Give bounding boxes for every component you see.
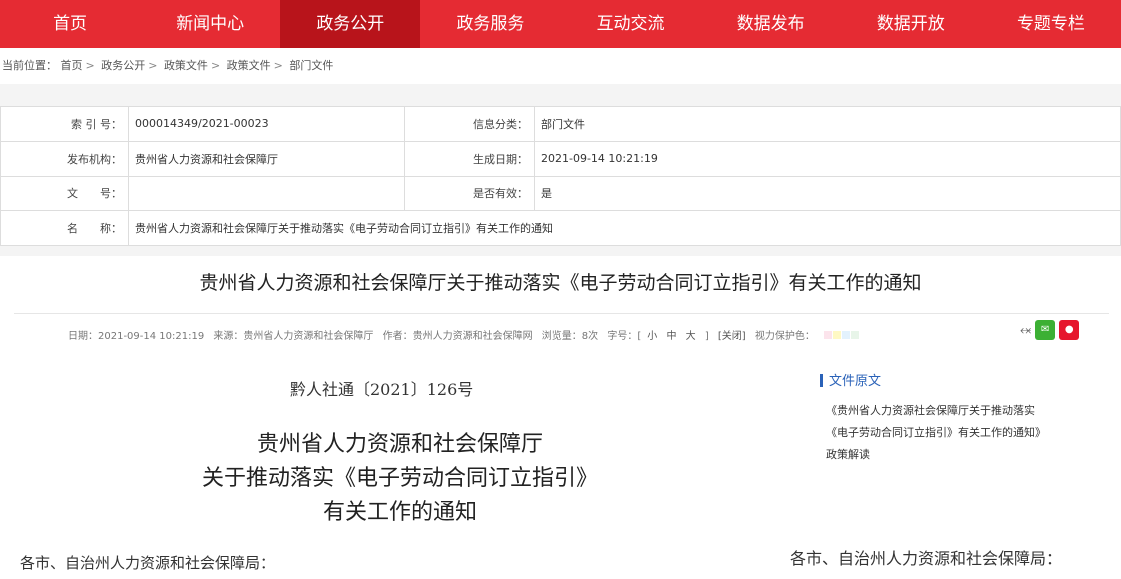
nav-data-release[interactable]: 数据发布 <box>701 0 841 48</box>
heading-line-1: 贵州省人力资源和社会保障厅 <box>256 432 543 457</box>
category-value: 部门文件 <box>534 106 1121 142</box>
breadcrumb-home[interactable]: 首页 <box>61 59 83 72</box>
document-number: 黔人社通〔2021〕126号 <box>290 380 474 399</box>
font-small-button[interactable]: 小 <box>647 331 657 342</box>
docno-label: 文 号： <box>0 175 129 212</box>
date-label: 生成日期： <box>404 140 535 177</box>
date-value: 2021-09-14 10:21:19 <box>534 140 1121 177</box>
article-views: 浏览量：8次 <box>541 331 599 342</box>
publisher-label: 发布机构： <box>0 140 129 177</box>
weibo-icon[interactable]: ● <box>1059 320 1080 340</box>
breadcrumb-policy-files[interactable]: 政策文件 <box>164 59 208 72</box>
sidebar-item-original-1[interactable]: 《贵州省人力资源社会保障厅关于推动落实 <box>826 400 1096 422</box>
eye-color-swatch-green[interactable] <box>851 331 860 339</box>
publisher-value: 贵州省人力资源和社会保障厅 <box>128 140 405 177</box>
wechat-icon[interactable]: ✉ <box>1035 320 1056 340</box>
salutation-right: 各市、自治州人力资源和社会保障局： <box>790 549 1063 568</box>
metadata-table: 索 引 号： 000014349/2021-00023 信息分类： 部门文件 发… <box>0 106 1121 246</box>
docno-value <box>128 175 405 212</box>
sidebar-item-original-2[interactable]: 《电子劳动合同订立指引》有关工作的通知》 <box>826 422 1096 444</box>
heading-line-3: 有关工作的通知 <box>322 500 477 525</box>
font-medium-button[interactable]: 中 <box>666 331 676 342</box>
share-bar: ⬾ ✉ ● <box>1020 320 1080 340</box>
article-date: 日期：2021-09-14 10:21:19 <box>68 331 205 342</box>
heading-line-2: 关于推动落实《电子劳动合同订立指引》 <box>201 466 598 491</box>
name-value: 贵州省人力资源和社会保障厅关于推动落实《电子劳动合同订立指引》有关工作的通知 <box>128 210 1121 246</box>
article-author: 作者：贵州人力资源和社会保障网 <box>382 331 533 342</box>
nav-interaction[interactable]: 互动交流 <box>561 0 701 48</box>
close-button[interactable]: [关闭] <box>718 331 746 342</box>
breadcrumb-policy-files-2[interactable]: 政策文件 <box>227 59 271 72</box>
nav-news[interactable]: 新闻中心 <box>140 0 280 48</box>
title-divider <box>14 313 1109 314</box>
index-label: 索 引 号： <box>0 106 129 142</box>
share-icon[interactable]: ⬾ <box>1020 322 1031 338</box>
nav-special-topics[interactable]: 专题专栏 <box>981 0 1121 48</box>
breadcrumb: 当前位置： 首页 > 政务公开 > 政策文件 > 政策文件 > 部门文件 <box>0 48 1121 84</box>
sidebar-item-interpretation[interactable]: 政策解读 <box>826 444 1096 466</box>
name-label: 名 称： <box>0 210 129 246</box>
nav-home[interactable]: 首页 <box>0 0 140 48</box>
valid-label: 是否有效： <box>404 175 535 212</box>
sidebar-heading: 文件原文 <box>820 370 881 389</box>
article-info-bar: 日期：2021-09-14 10:21:19 来源：贵州省人力资源和社会保障厅 … <box>68 327 865 342</box>
top-nav: 首页 新闻中心 政务公开 政务服务 互动交流 数据发布 数据开放 专题专栏 <box>0 0 1121 48</box>
eye-color-swatch-blue[interactable] <box>842 331 851 339</box>
font-size-close-bracket: ] <box>704 331 709 342</box>
sidebar-list: 《贵州省人力资源社会保障厅关于推动落实 《电子劳动合同订立指引》有关工作的通知》… <box>826 400 1096 466</box>
salutation: 各市、自治州人力资源和社会保障局： <box>20 554 276 572</box>
eye-color-swatch-pink[interactable] <box>824 331 833 339</box>
nav-open-data[interactable]: 数据开放 <box>841 0 981 48</box>
breadcrumb-government-affairs[interactable]: 政务公开 <box>101 59 145 72</box>
article-title: 贵州省人力资源和社会保障厅关于推动落实《电子劳动合同订立指引》有关工作的通知 <box>199 272 922 294</box>
breadcrumb-prefix: 当前位置： <box>2 59 57 72</box>
font-size-label: 字号：[ <box>607 331 642 342</box>
eye-protection-label: 视力保护色： <box>754 331 815 342</box>
eye-color-swatch-yellow[interactable] <box>833 331 842 339</box>
index-value: 000014349/2021-00023 <box>128 106 405 142</box>
font-large-button[interactable]: 大 <box>686 331 696 342</box>
article-source: 来源：贵州省人力资源和社会保障厅 <box>213 331 374 342</box>
valid-value: 是 <box>534 175 1121 212</box>
nav-government-services[interactable]: 政务服务 <box>420 0 560 48</box>
breadcrumb-department-files[interactable]: 部门文件 <box>289 59 333 72</box>
category-label: 信息分类： <box>404 106 535 142</box>
nav-government-affairs[interactable]: 政务公开 <box>280 0 421 48</box>
